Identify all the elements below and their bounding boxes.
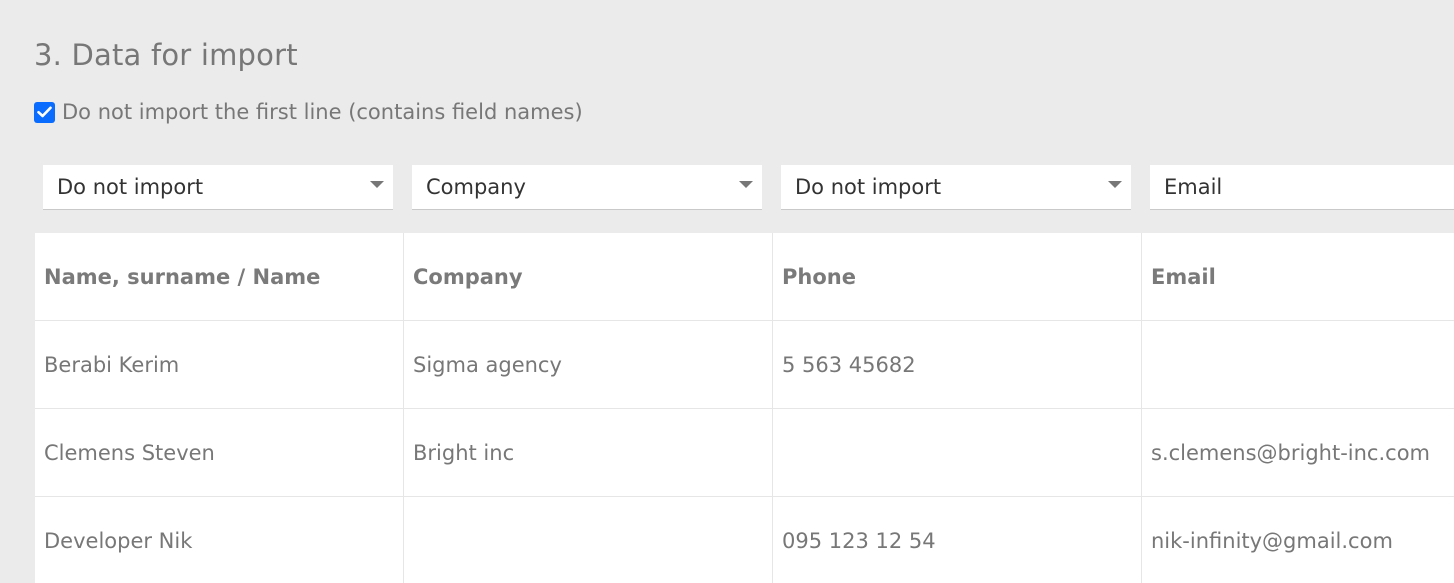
table-cell [1142, 321, 1454, 409]
table-header-phone: Phone [773, 233, 1142, 321]
select-value: Do not import [57, 175, 204, 199]
table-cell: 095 123 12 54 [773, 497, 1142, 583]
table-cell: Berabi Kerim [35, 321, 404, 409]
table-cell [404, 497, 773, 583]
checkmark-icon [37, 106, 52, 118]
section-title: 3. Data for import [34, 38, 298, 72]
column-1-mapping-select[interactable]: Do not import [43, 165, 393, 210]
select-value: Do not import [795, 175, 942, 199]
table-cell: Bright inc [404, 409, 773, 497]
table-cell: 5 563 45682 [773, 321, 1142, 409]
skip-first-line-checkbox[interactable] [34, 101, 55, 123]
skip-first-line-label[interactable]: Do not import the first line (contains f… [62, 100, 583, 124]
column-3-mapping-select[interactable]: Do not import [781, 165, 1131, 210]
table-header-name: Name, surname / Name [35, 233, 404, 321]
select-value: Email [1164, 175, 1223, 199]
column-4-mapping-select[interactable]: Email [1150, 165, 1454, 210]
table-cell: Clemens Steven [35, 409, 404, 497]
select-value: Company [426, 175, 526, 199]
table-cell: s.clemens@bright-inc.com [1142, 409, 1454, 497]
import-data-section: 3. Data for import Do not import the fir… [0, 0, 1454, 583]
table-cell: nik-infinity@gmail.com [1142, 497, 1454, 583]
table-cell: Sigma agency [404, 321, 773, 409]
dropdown-arrow-icon [739, 181, 753, 188]
dropdown-arrow-icon [1108, 181, 1122, 188]
skip-first-line-option[interactable]: Do not import the first line (contains f… [34, 99, 583, 125]
table-header-company: Company [404, 233, 773, 321]
dropdown-arrow-icon [370, 181, 384, 188]
table-cell: Developer Nik [35, 497, 404, 583]
table-header-email: Email [1142, 233, 1454, 321]
column-2-mapping-select[interactable]: Company [412, 165, 762, 210]
import-preview-table: Name, surname / Name Company Phone Email… [35, 233, 1454, 583]
table-cell [773, 409, 1142, 497]
